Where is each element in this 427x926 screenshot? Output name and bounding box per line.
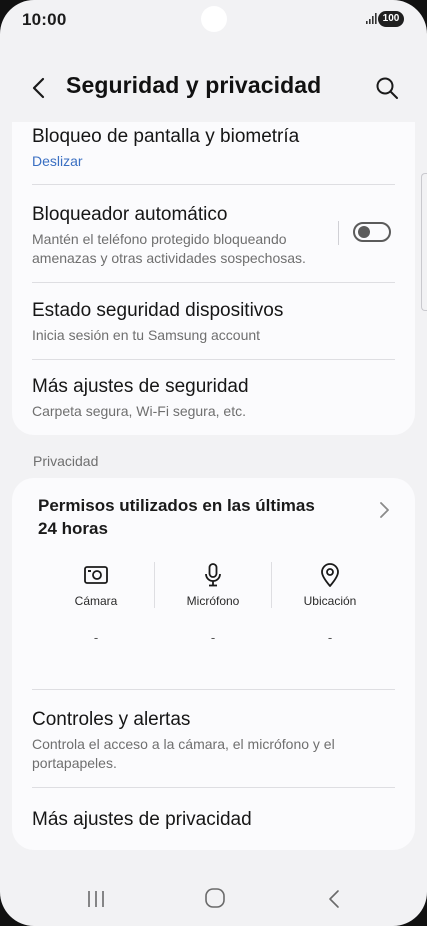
permission-value: -: [210, 630, 216, 645]
auto-blocker-toggle[interactable]: [353, 222, 391, 242]
item-subtitle: Inicia sesión en tu Samsung account: [32, 327, 261, 343]
auto-blocker-item[interactable]: Bloqueador automático Mantén el teléfono…: [32, 204, 319, 268]
controls-and-alerts-item[interactable]: Controles y alertas Controla el acceso a…: [32, 709, 395, 773]
home-icon[interactable]: [204, 887, 226, 909]
permission-value: -: [327, 630, 333, 645]
front-camera-cutout: [201, 6, 227, 32]
item-subtitle: Mantén el teléfono protegido bloqueando …: [32, 231, 306, 266]
recent-apps-icon[interactable]: [86, 888, 106, 910]
battery-icon: 100: [378, 11, 404, 27]
permission-location[interactable]: Ubicación -: [271, 562, 389, 645]
status-time: 10:00: [22, 10, 67, 29]
navigation-bar: [0, 880, 427, 920]
scrollbar[interactable]: [421, 173, 427, 311]
more-privacy-settings-item[interactable]: Más ajustes de privacidad: [32, 809, 395, 831]
permission-camera[interactable]: Cámara -: [37, 562, 155, 645]
divider: [32, 282, 395, 283]
permissions-used-title[interactable]: Permisos utilizados en las últimas 24 ho…: [38, 494, 338, 540]
item-subtitle: Controla el acceso a la cámara, el micró…: [32, 736, 335, 771]
camera-icon: [84, 566, 108, 584]
divider: [32, 689, 395, 690]
signal-icon: [366, 13, 377, 24]
toggle-knob: [358, 226, 370, 238]
privacy-section-label: Privacidad: [33, 453, 99, 469]
permission-microphone[interactable]: Micrófono -: [154, 562, 272, 645]
item-title: Estado seguridad dispositivos: [32, 300, 284, 321]
search-icon[interactable]: [373, 74, 401, 102]
permission-value: -: [93, 630, 99, 645]
permission-label: Micrófono: [186, 594, 240, 608]
toggle-separator: [338, 221, 339, 245]
permission-label: Ubicación: [303, 594, 357, 608]
back-arrow-icon[interactable]: [26, 74, 54, 102]
phone-screen: 10:00 100 Seguridad y privacidad Bloqueo…: [0, 0, 427, 926]
item-title: Bloqueo de pantalla y biometría: [32, 126, 300, 147]
divider: [32, 359, 395, 360]
item-title: Más ajustes de privacidad: [32, 809, 252, 830]
item-title: Bloqueador automático: [32, 204, 228, 225]
security-card: Bloqueo de pantalla y biometría Deslizar…: [12, 122, 415, 435]
device-security-status-item[interactable]: Estado seguridad dispositivos Inicia ses…: [32, 300, 395, 345]
more-security-settings-item[interactable]: Más ajustes de seguridad Carpeta segura,…: [32, 376, 395, 421]
permission-label: Cámara: [74, 594, 118, 608]
item-title: Más ajustes de seguridad: [32, 376, 249, 397]
location-icon: [321, 563, 339, 587]
item-title: Controles y alertas: [32, 709, 191, 730]
divider: [32, 787, 395, 788]
privacy-card: Permisos utilizados en las últimas 24 ho…: [12, 478, 415, 850]
microphone-icon: [205, 563, 221, 587]
item-subtitle: Deslizar: [32, 153, 83, 169]
chevron-right-icon[interactable]: [374, 500, 394, 520]
back-icon[interactable]: [325, 888, 343, 910]
screen-lock-biometrics-item[interactable]: Bloqueo de pantalla y biometría Deslizar: [32, 126, 395, 171]
divider: [32, 184, 395, 185]
item-subtitle: Carpeta segura, Wi-Fi segura, etc.: [32, 403, 246, 419]
app-header: Seguridad y privacidad: [0, 60, 427, 116]
page-title: Seguridad y privacidad: [66, 72, 322, 98]
status-bar: 10:00 100: [0, 0, 427, 38]
